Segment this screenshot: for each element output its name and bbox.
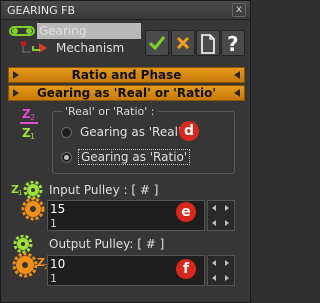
callout-badge-d: d (179, 121, 199, 141)
input-pulley-value: 15 (50, 202, 66, 216)
collapse-left-icon (13, 89, 19, 97)
decrement-arrow-icon[interactable] (212, 275, 216, 281)
collapse-left-icon (13, 71, 19, 79)
decrement-arrow-icon[interactable] (212, 220, 216, 226)
output-gears-icon: Z 2 (12, 235, 48, 278)
section-title: Ratio and Phase (71, 68, 182, 82)
section-gearing-as[interactable]: Gearing as 'Real' or 'Ratio' (8, 85, 245, 101)
tree-item-mechanism[interactable]: Mechanism (9, 40, 141, 56)
collapse-right-icon (234, 89, 240, 97)
new-document-button[interactable] (196, 30, 220, 56)
output-pulley-label: Output Pulley: [ # ] (49, 237, 165, 251)
cancel-button[interactable] (171, 30, 195, 56)
document-icon (201, 34, 215, 54)
section-title: Gearing as 'Real' or 'Ratio' (36, 86, 217, 100)
cross-icon (176, 36, 190, 50)
help-button[interactable]: ? (221, 30, 245, 56)
increment-arrow-icon[interactable] (225, 260, 229, 266)
collapse-right-icon (234, 71, 240, 79)
output-pulley-value: 10 (50, 257, 66, 271)
gear-ratio-icon: Z 2 Z 1 (20, 107, 38, 140)
increment-arrow-icon[interactable] (225, 205, 229, 211)
input-gears-icon: Z 1 (11, 181, 45, 221)
output-pulley-spinner[interactable] (207, 255, 235, 286)
radio-dot[interactable] (61, 127, 72, 138)
radio-dot-selected[interactable] (61, 152, 72, 163)
svg-text:2: 2 (30, 113, 35, 122)
callout-badge-f: f (176, 259, 196, 279)
decrement-arrow-icon[interactable] (212, 260, 216, 266)
radio-label: Gearing as 'Ratio' (78, 149, 191, 165)
window-title: GEARING FB (7, 4, 76, 17)
callout-badge-e: e (176, 202, 196, 222)
input-pulley-label: Input Pulley : [ # ] (49, 183, 159, 197)
svg-text:1: 1 (18, 189, 22, 197)
tree-item-gearing[interactable]: Gearing (9, 23, 141, 39)
check-icon (148, 36, 166, 51)
tree-item-label: Gearing (39, 24, 87, 38)
tree-item-label: Mechanism (56, 41, 125, 55)
section-ratio-and-phase[interactable]: Ratio and Phase (8, 67, 245, 83)
ok-button[interactable] (145, 30, 169, 56)
input-pulley-spinner[interactable] (207, 200, 235, 231)
group-legend: 'Real' or 'Ratio' : (63, 105, 157, 118)
titlebar: GEARING FB x (1, 1, 250, 20)
mechanism-tree: Gearing Mechanism (9, 23, 141, 57)
increment-arrow-icon[interactable] (225, 275, 229, 281)
gear-link-icon (9, 26, 35, 36)
radio-gearing-ratio[interactable]: Gearing as 'Ratio' (61, 149, 231, 167)
gearing-fb-window: GEARING FB x Gearing Mechanism ? Ratio a… (0, 0, 251, 303)
svg-text:1: 1 (30, 132, 35, 140)
input-pulley-sub-value: 1 (50, 217, 57, 230)
tree-branch-icon (21, 41, 47, 53)
radio-gearing-real[interactable]: Gearing as 'Real' (61, 124, 231, 142)
increment-arrow-icon[interactable] (225, 220, 229, 226)
close-button[interactable]: x (232, 3, 246, 17)
help-icon: ? (227, 32, 239, 56)
radio-label: Gearing as 'Real' (80, 125, 182, 139)
output-pulley-sub-value: 1 (50, 272, 57, 285)
decrement-arrow-icon[interactable] (212, 205, 216, 211)
gearing-mode-group: 'Real' or 'Ratio' : Gearing as 'Real' Ge… (52, 105, 235, 174)
